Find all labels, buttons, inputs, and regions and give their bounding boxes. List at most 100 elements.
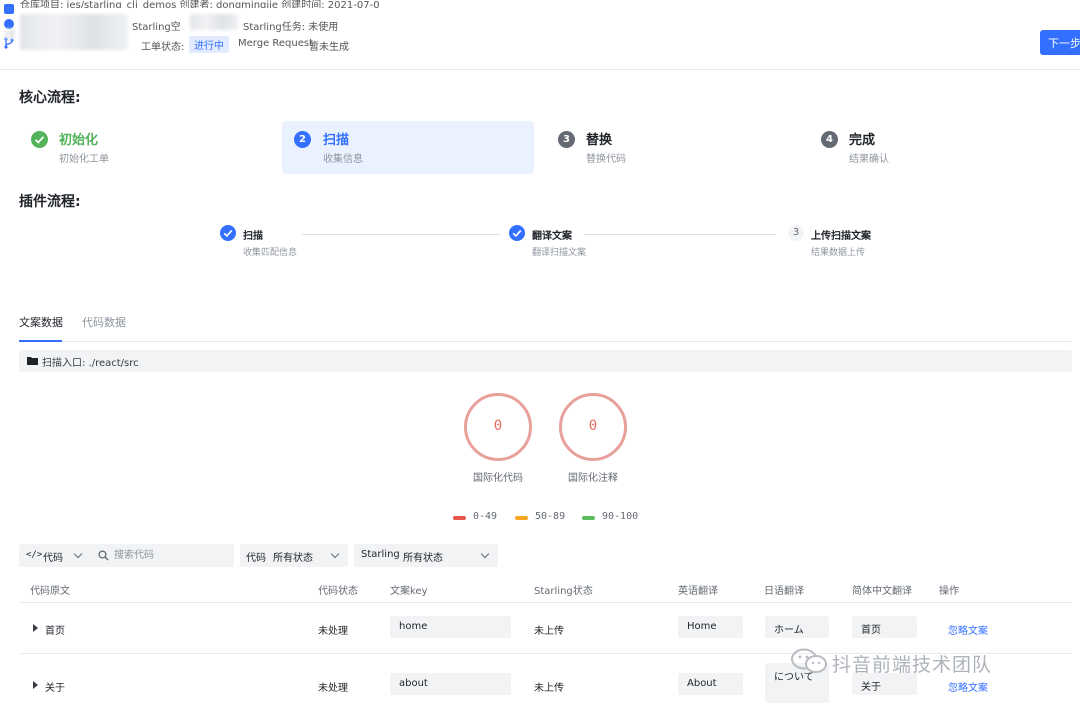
tab-code-data[interactable]: 代码数据	[82, 314, 126, 330]
ignore-copy-link[interactable]: 忽略文案	[948, 679, 988, 694]
column-header: 文案key	[390, 586, 428, 597]
chevron-down-icon[interactable]	[73, 549, 83, 559]
core-step-desc: 替换代码	[586, 154, 626, 165]
starling-task: Starling任务: 未使用	[243, 22, 339, 33]
merge-request-label: Merge Request:	[238, 38, 317, 49]
starling-status: 未上传	[534, 626, 564, 637]
i18n-comment-gauge: 0	[559, 393, 627, 461]
plugin-step-desc: 收集匹配信息	[243, 248, 298, 258]
source-text: 首页	[45, 626, 65, 637]
core-step-finish[interactable]: 4 完成 结果确认	[821, 121, 1061, 174]
english-translation-field[interactable]: About	[678, 673, 743, 695]
code-icon: </>	[26, 550, 43, 560]
step-connector	[302, 234, 500, 235]
watermark-text: 抖音前端技术团队	[832, 654, 993, 676]
column-header: 英语翻译	[678, 586, 718, 597]
code-status-select[interactable]: 代码 所有状态	[240, 544, 348, 567]
search-icon	[98, 550, 109, 561]
core-flow-title: 核心流程:	[19, 90, 81, 106]
ticket-header: 仓库项目: ies/starling_cli_demos 创建者: dongmi…	[0, 0, 1080, 70]
step-number: 3	[788, 225, 804, 241]
plugin-step-title: 扫描	[243, 231, 263, 242]
key-field[interactable]: about	[390, 673, 511, 695]
ticket-status-badge: 进行中	[189, 36, 229, 53]
step-number: 3	[558, 131, 575, 148]
next-step-button[interactable]: 下一步	[1040, 30, 1080, 55]
core-step-init[interactable]: 初始化 初始化工单	[31, 121, 271, 174]
core-step-desc: 收集信息	[323, 154, 363, 165]
key-field[interactable]: home	[390, 616, 511, 638]
active-tab-indicator	[19, 340, 62, 342]
check-icon	[509, 225, 525, 241]
chinese-translation-field[interactable]: 首页	[852, 616, 917, 638]
gauge-label: 国际化注释	[568, 473, 618, 484]
select-label: 代码	[246, 553, 266, 564]
check-icon	[31, 131, 48, 148]
japanese-translation-field[interactable]: ホーム	[765, 616, 829, 638]
column-header: 代码状态	[318, 586, 358, 597]
redacted-info	[5, 29, 15, 39]
starling-space-label: Starling空	[132, 22, 181, 33]
step-number: 2	[294, 131, 311, 148]
i18n-code-gauge: 0	[464, 393, 532, 461]
core-step-replace[interactable]: 3 替换 替换代码	[558, 121, 798, 174]
legend-label: 90-100	[602, 511, 639, 522]
plugin-step-desc: 结果数据上传	[811, 248, 866, 258]
check-icon	[220, 225, 236, 241]
core-step-scan[interactable]: 2 扫描 收集信息	[282, 121, 534, 174]
repo-icon	[4, 4, 14, 14]
code-status: 未处理	[318, 683, 348, 694]
english-translation-field[interactable]: Home	[678, 616, 743, 638]
legend-swatch	[582, 516, 595, 520]
redacted-info	[190, 14, 238, 30]
starling-status: 未上传	[534, 683, 564, 694]
core-step-title: 替换	[586, 133, 613, 148]
select-label: Starling	[361, 549, 400, 560]
expand-caret-icon[interactable]	[33, 681, 38, 689]
redacted-info	[20, 14, 128, 50]
gauge-label: 国际化代码	[473, 473, 523, 484]
table-header: 代码原文 代码状态 文案key Starling状态 英语翻译 日语翻译 简体中…	[19, 575, 1072, 603]
merge-request-value: 暂未生成	[309, 42, 349, 53]
column-header: 简体中文翻译	[852, 586, 912, 597]
plugin-flow-title: 插件流程:	[19, 194, 81, 210]
code-search-filter: </> 代码	[19, 544, 234, 567]
table-row: 首页 未处理 home 未上传 Home ホーム 首页 忽略文案	[19, 604, 1072, 654]
wechat-icon	[791, 648, 827, 673]
legend-label: 50-89	[535, 511, 566, 522]
step-connector	[584, 234, 776, 235]
scan-entry-bar: 扫描入口: ./react/src	[19, 350, 1072, 372]
search-input[interactable]	[114, 547, 229, 564]
legend-swatch	[515, 516, 528, 520]
repo-info-line: 仓库项目: ies/starling_cli_demos 创建者: dongmi…	[20, 0, 380, 8]
code-status: 未处理	[318, 626, 348, 637]
ignore-copy-link[interactable]: 忽略文案	[948, 622, 988, 637]
expand-caret-icon[interactable]	[33, 624, 38, 632]
core-step-desc: 结果确认	[849, 154, 889, 165]
folder-icon	[27, 357, 38, 365]
core-step-title: 完成	[849, 133, 876, 148]
starling-status-select[interactable]: Starling 所有状态	[354, 544, 498, 567]
data-tabs: 文案数据 代码数据	[19, 312, 1072, 342]
plugin-step-title: 上传扫描文案	[811, 231, 871, 242]
scan-entry-path: 扫描入口: ./react/src	[42, 358, 139, 369]
select-value: 所有状态	[273, 553, 313, 564]
gauge-value: 0	[588, 418, 598, 434]
select-value: 所有状态	[403, 553, 443, 564]
column-header: 代码原文	[30, 586, 70, 597]
chevron-down-icon	[330, 549, 340, 559]
core-step-title: 扫描	[323, 133, 350, 148]
step-number: 4	[821, 131, 838, 148]
column-header: 日语翻译	[764, 586, 804, 597]
plugin-step-desc: 翻译扫描文案	[532, 248, 587, 258]
legend-swatch	[453, 516, 466, 520]
type-select-value[interactable]: 代码	[43, 549, 63, 564]
plugin-step-title: 翻译文案	[532, 231, 572, 242]
column-header: Starling状态	[534, 586, 593, 597]
core-step-desc: 初始化工单	[59, 154, 109, 165]
tab-copy-data[interactable]: 文案数据	[19, 314, 63, 330]
chevron-down-icon	[480, 549, 490, 559]
ticket-status-label: 工单状态:	[141, 42, 185, 53]
core-step-title: 初始化	[59, 133, 99, 148]
verified-icon	[4, 19, 14, 29]
